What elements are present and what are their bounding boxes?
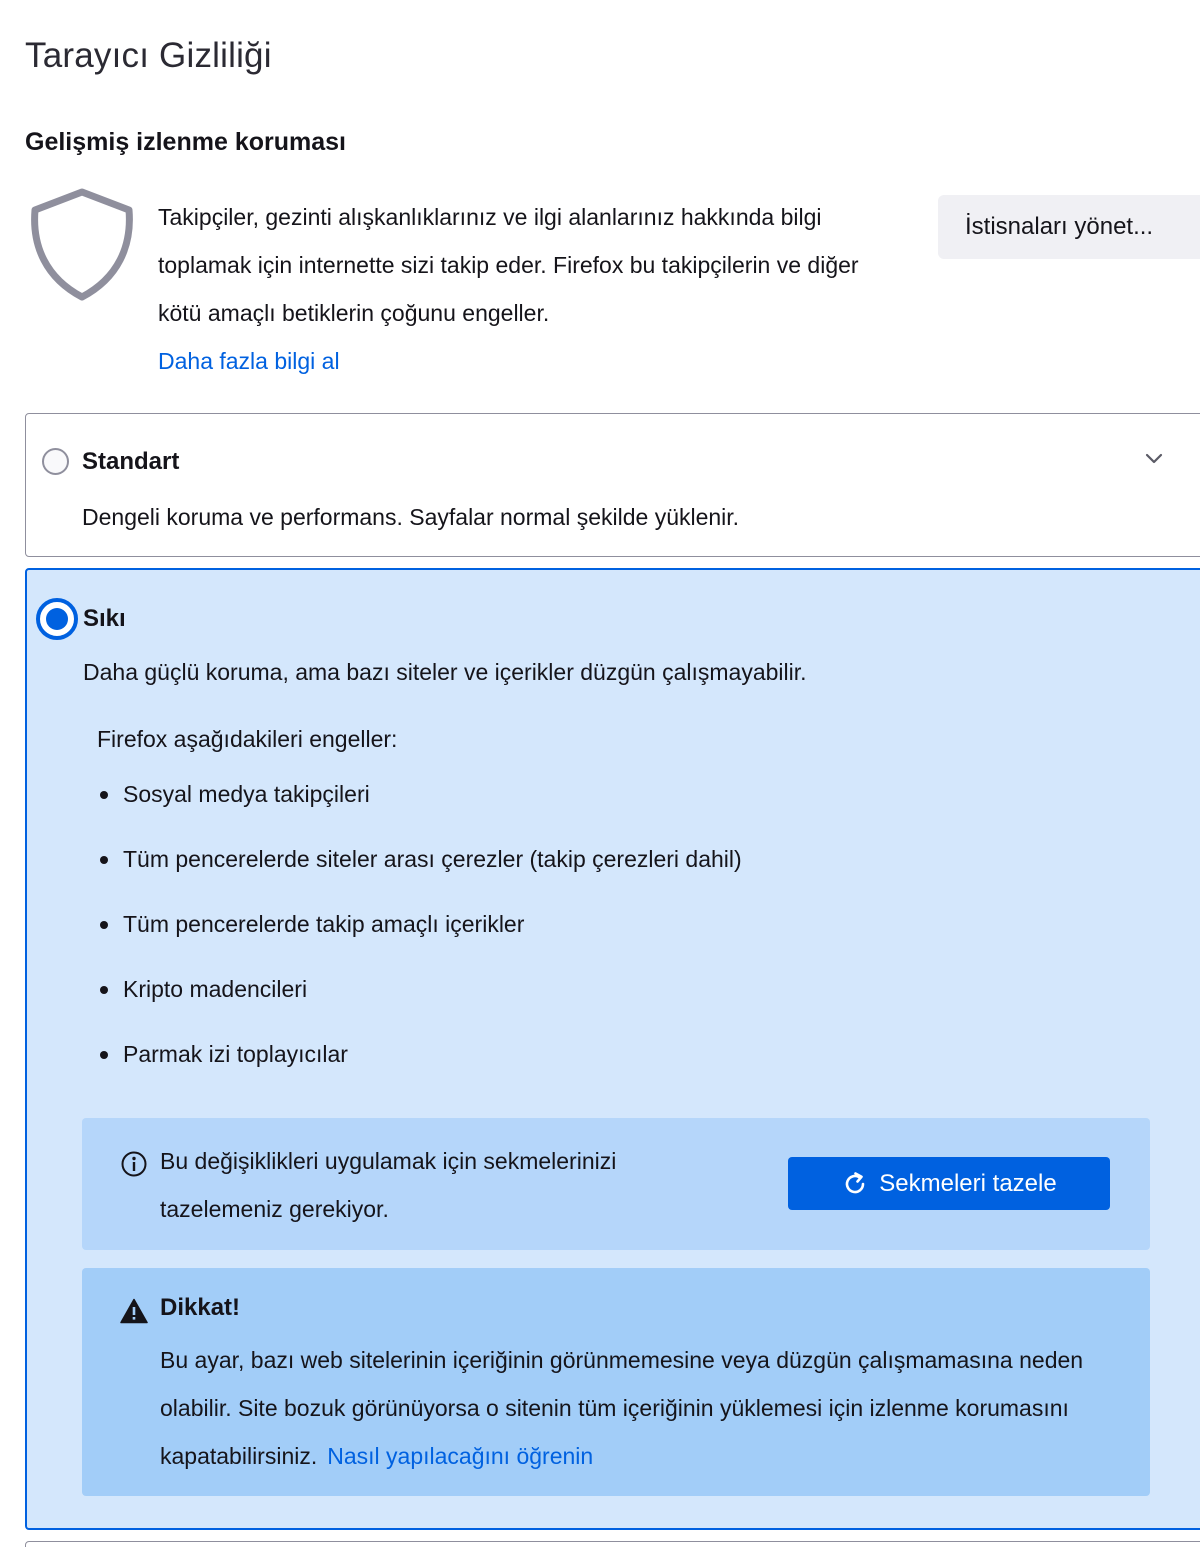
blocks-list: Sosyal medya takipçileri Tüm pencerelerd… <box>97 765 742 1090</box>
page-title: Tarayıcı Gizliliği <box>25 36 272 75</box>
reload-button-label: Sekmeleri tazele <box>879 1169 1057 1197</box>
tracking-protection-heading: Gelişmiş izlenme koruması <box>25 128 346 156</box>
shield-icon <box>31 188 133 301</box>
warning-box: Dikkat! Bu ayar, bazı web sitelerinin iç… <box>82 1268 1150 1496</box>
standard-label: Standart <box>82 448 180 475</box>
reload-tabs-button[interactable]: Sekmeleri tazele <box>788 1157 1110 1210</box>
reload-notice: Bu değişiklikleri uygulamak için sekmele… <box>82 1118 1150 1250</box>
learn-more-link[interactable]: Daha fazla bilgi al <box>158 348 340 374</box>
strict-radio[interactable] <box>36 598 78 640</box>
option-custom[interactable] <box>25 1541 1200 1547</box>
warning-text: Bu ayar, bazı web sitelerinin içeriğinin… <box>160 1336 1130 1480</box>
description-text: Takipçiler, gezinti alışkanlıklarınız ve… <box>158 204 859 326</box>
option-standard[interactable]: Standart Dengeli koruma ve performans. S… <box>25 413 1200 557</box>
reload-notice-text: Bu değişiklikleri uygulamak için sekmele… <box>160 1148 617 1222</box>
reload-icon <box>846 1171 865 1193</box>
chevron-down-icon[interactable] <box>1144 452 1164 466</box>
standard-description: Dengeli koruma ve performans. Sayfalar n… <box>82 504 740 530</box>
warning-body: Bu ayar, bazı web sitelerinin içeriğinin… <box>160 1347 1084 1469</box>
list-item: Tüm pencerelerde siteler arası çerezler … <box>97 830 742 895</box>
strict-description: Daha güçlü koruma, ama bazı siteler ve i… <box>83 659 807 685</box>
privacy-settings-page: Tarayıcı Gizliliği Gelişmiş izlenme koru… <box>0 0 1200 1547</box>
info-icon <box>121 1151 147 1177</box>
warning-title: Dikkat! <box>160 1294 241 1321</box>
learn-how-link[interactable]: Nasıl yapılacağını öğrenin <box>327 1443 593 1469</box>
manage-exceptions-button[interactable]: İstisnaları yönet... <box>938 195 1200 259</box>
warning-icon <box>120 1298 148 1324</box>
strict-label: Sıkı <box>83 605 126 632</box>
list-item: Kripto madencileri <box>97 960 742 1025</box>
standard-radio[interactable] <box>42 448 69 475</box>
list-item: Parmak izi toplayıcılar <box>97 1025 742 1090</box>
list-item: Sosyal medya takipçileri <box>97 765 742 830</box>
blocks-heading: Firefox aşağıdakileri engeller: <box>97 726 398 752</box>
option-strict[interactable]: Sıkı Daha güçlü koruma, ama bazı siteler… <box>25 568 1200 1530</box>
tracking-protection-description: Takipçiler, gezinti alışkanlıklarınız ve… <box>158 193 888 385</box>
list-item: Tüm pencerelerde takip amaçlı içerikler <box>97 895 742 960</box>
